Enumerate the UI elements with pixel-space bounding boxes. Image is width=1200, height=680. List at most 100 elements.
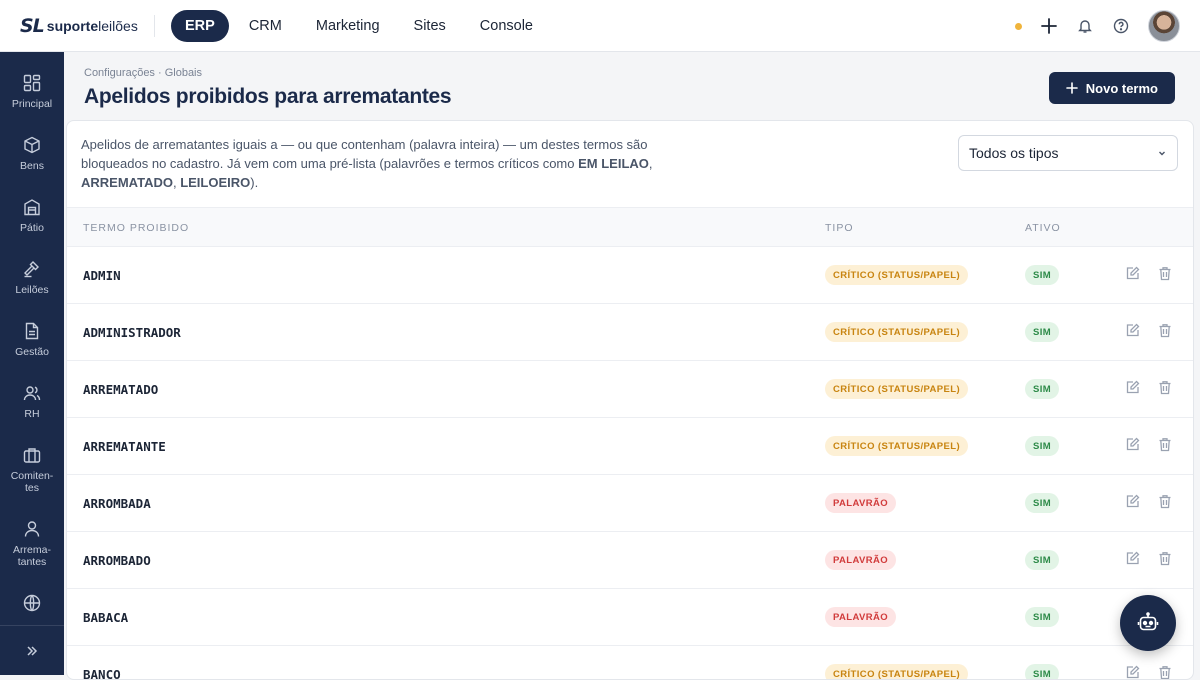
term-cell: BABACA xyxy=(83,610,129,625)
column-header-term: TERMO PROIBIDO xyxy=(83,222,190,234)
sidebar-item-patio[interactable]: Pátio xyxy=(0,198,64,234)
table-row: ARROMBADO PALAVRÃO SIM xyxy=(67,532,1193,589)
warehouse-icon xyxy=(24,199,40,216)
sidebar-item-comitentes[interactable]: Comiten- tes xyxy=(0,446,64,494)
term-cell: BANCO xyxy=(83,667,121,680)
sidebar-item-principal[interactable]: Principal xyxy=(0,74,64,110)
sidebar-item-label: Bens xyxy=(20,160,44,172)
sidebar-item-label: Comiten- tes xyxy=(10,470,54,494)
active-badge: SIM xyxy=(1025,379,1060,399)
nav-marketing[interactable]: Marketing xyxy=(302,10,394,42)
delete-icon[interactable] xyxy=(1158,494,1174,510)
sidebar-item-label: Pátio xyxy=(20,222,44,234)
divider xyxy=(154,14,155,37)
sidebar-item-label: Principal xyxy=(11,98,53,110)
active-badge: SIM xyxy=(1025,493,1060,513)
delete-icon[interactable] xyxy=(1158,380,1174,396)
sidebar-item-arrematantes[interactable]: Arrema- tantes xyxy=(0,520,64,568)
sidebar-item-gestao[interactable]: Gestão xyxy=(0,322,64,358)
page-title: Apelidos proibidos para arrematantes xyxy=(84,85,452,108)
sidebar-item-bens[interactable]: Bens xyxy=(0,136,64,172)
active-badge: SIM xyxy=(1025,607,1060,627)
gavel-icon xyxy=(24,261,39,278)
edit-icon[interactable] xyxy=(1125,380,1141,396)
type-badge: CRÍTICO (STATUS/PAPEL) xyxy=(825,436,969,456)
delete-icon[interactable] xyxy=(1158,665,1174,679)
active-badge: SIM xyxy=(1025,664,1060,679)
avatar[interactable] xyxy=(1148,10,1180,42)
new-term-label: Novo termo xyxy=(1085,80,1158,96)
description: Apelidos de arrematantes iguais a — ou q… xyxy=(81,137,653,190)
table-row: ARROMBADA PALAVRÃO SIM xyxy=(67,475,1193,532)
edit-icon[interactable] xyxy=(1125,323,1141,339)
edit-icon[interactable] xyxy=(1125,665,1141,679)
column-header-active: ATIVO xyxy=(1025,222,1061,234)
active-badge: SIM xyxy=(1025,265,1060,285)
term-cell: ARREMATANTE xyxy=(83,439,166,454)
delete-icon[interactable] xyxy=(1158,266,1174,282)
table-row: ARREMATADO CRÍTICO (STATUS/PAPEL) SIM xyxy=(67,361,1193,418)
sidebar-item-rh[interactable]: RH xyxy=(0,384,64,420)
sidebar-item-leiloes[interactable]: Leilões xyxy=(0,260,64,296)
edit-icon[interactable] xyxy=(1125,437,1141,453)
active-badge: SIM xyxy=(1025,322,1060,342)
top-bar: SL suporteleilões ERP CRM Marketing Site… xyxy=(0,0,1200,52)
chevrons-right-icon xyxy=(27,645,38,656)
sidebar-item-label: Gestão xyxy=(15,346,49,358)
sidebar-item-label: Leilões xyxy=(15,284,49,296)
type-filter-value: Todos os tipos xyxy=(969,145,1059,161)
grid-icon xyxy=(23,74,41,92)
sidebar-expand-button[interactable] xyxy=(0,625,64,675)
status-dot xyxy=(1015,22,1022,30)
nav-console[interactable]: Console xyxy=(466,10,547,42)
box-icon xyxy=(24,136,40,154)
top-actions xyxy=(1015,10,1180,42)
plus-icon[interactable] xyxy=(1040,17,1058,35)
active-badge: SIM xyxy=(1025,550,1060,570)
nav-erp[interactable]: ERP xyxy=(171,9,229,42)
globe-icon xyxy=(23,594,41,612)
plus-icon xyxy=(1065,82,1078,94)
robot-icon xyxy=(1137,612,1159,631)
type-badge: PALAVRÃO xyxy=(825,607,897,627)
nav-crm[interactable]: CRM xyxy=(235,10,296,42)
type-badge: CRÍTICO (STATUS/PAPEL) xyxy=(825,322,969,342)
term-cell: ARREMATADO xyxy=(83,382,159,397)
main-content: Configurações · Globais Apelidos proibid… xyxy=(64,52,1200,680)
briefcase-icon xyxy=(23,448,41,463)
type-badge: CRÍTICO (STATUS/PAPEL) xyxy=(825,664,969,679)
brand-name: suporteleilões xyxy=(46,17,138,34)
nav-sites[interactable]: Sites xyxy=(400,10,460,42)
sidebar: Principal Bens Pátio Leilões Gestão RH C… xyxy=(0,52,64,675)
new-term-button[interactable]: Novo termo xyxy=(1048,72,1175,104)
table-row: ADMINISTRADOR CRÍTICO (STATUS/PAPEL) SIM xyxy=(67,304,1193,361)
term-cell: ADMIN xyxy=(83,268,121,283)
term-cell: ADMINISTRADOR xyxy=(83,325,181,340)
type-filter-select[interactable]: Todos os tipos xyxy=(958,135,1178,171)
edit-icon[interactable] xyxy=(1125,551,1141,567)
column-header-type: TIPO xyxy=(825,222,854,234)
main-nav: ERP CRM Marketing Sites Console xyxy=(171,9,547,42)
type-badge: CRÍTICO (STATUS/PAPEL) xyxy=(825,379,969,399)
delete-icon[interactable] xyxy=(1158,323,1174,339)
brand-logo[interactable]: SL suporteleilões xyxy=(20,15,138,37)
help-icon[interactable] xyxy=(1112,17,1130,35)
edit-icon[interactable] xyxy=(1125,494,1141,510)
type-badge: CRÍTICO (STATUS/PAPEL) xyxy=(825,265,969,285)
term-cell: ARROMBADA xyxy=(83,496,151,511)
table-row: ADMIN CRÍTICO (STATUS/PAPEL) SIM xyxy=(67,247,1193,304)
active-badge: SIM xyxy=(1025,436,1060,456)
table-row: BABACA PALAVRÃO SIM xyxy=(67,589,1193,646)
assistant-bot-button[interactable] xyxy=(1120,595,1176,651)
sidebar-item-sites[interactable] xyxy=(0,594,64,618)
edit-icon[interactable] xyxy=(1125,266,1141,282)
sidebar-item-label: RH xyxy=(24,408,40,420)
term-cell: ARROMBADO xyxy=(83,553,151,568)
table-header: TERMO PROIBIDO TIPO ATIVO xyxy=(67,207,1193,247)
delete-icon[interactable] xyxy=(1158,551,1174,567)
delete-icon[interactable] xyxy=(1158,437,1174,453)
table-row: ARREMATANTE CRÍTICO (STATUS/PAPEL) SIM xyxy=(67,418,1193,475)
chevron-down-icon xyxy=(1159,151,1165,156)
type-badge: PALAVRÃO xyxy=(825,550,897,570)
bell-icon[interactable] xyxy=(1076,17,1094,35)
